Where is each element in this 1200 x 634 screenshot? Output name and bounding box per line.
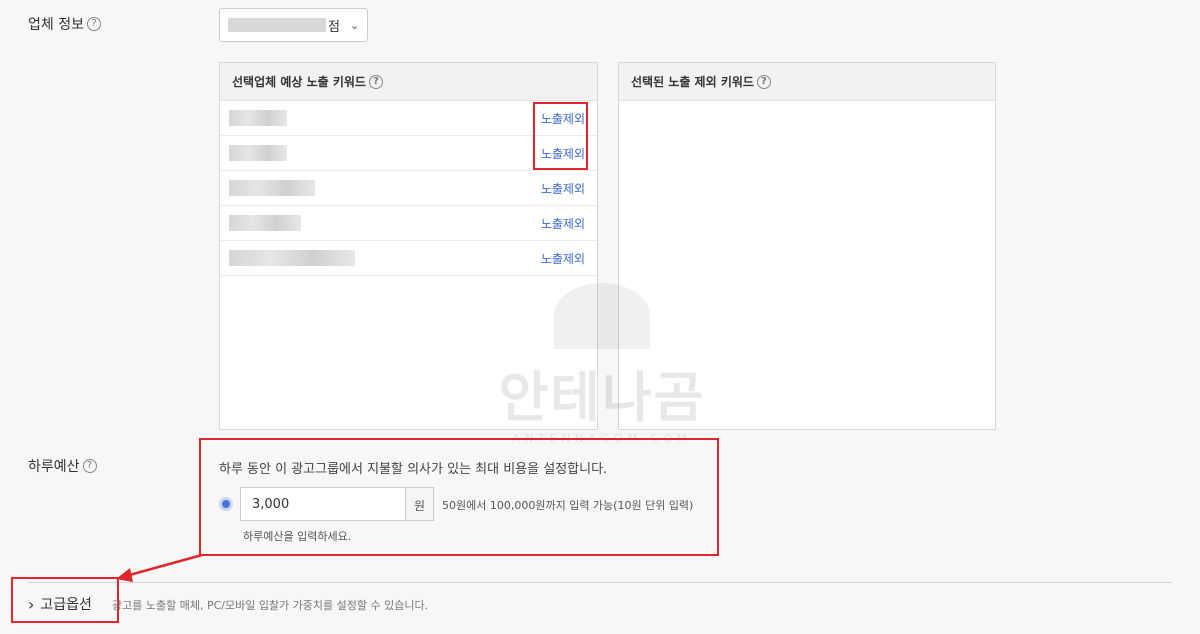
arrow-icon: [116, 553, 203, 582]
blurred-keyword: [229, 250, 355, 266]
help-icon[interactable]: ?: [368, 74, 383, 89]
budget-range-hint: 50원에서 100,000원까지 입력 가능(10원 단위 입력): [442, 499, 694, 512]
daily-budget-input[interactable]: 3,000 원: [240, 487, 434, 521]
exclude-link[interactable]: 노출제외: [541, 250, 585, 267]
blurred-keyword: [229, 215, 301, 231]
budget-radio[interactable]: [219, 497, 233, 511]
advanced-options-toggle[interactable]: › 고급옵션: [28, 594, 92, 614]
company-info-label: 업체 정보 ?: [28, 14, 101, 34]
help-icon[interactable]: ?: [86, 17, 101, 31]
company-select[interactable]: 점 ⌄: [219, 8, 368, 42]
help-icon[interactable]: ?: [82, 459, 97, 473]
chevron-right-icon: ›: [28, 594, 35, 614]
watermark-logo: 안테나곰 ANTENNAGOM.COM: [492, 283, 712, 445]
advanced-options-description: 광고를 노출할 매체, PC/모바일 입찰가 가중치를 설정할 수 있습니다.: [112, 599, 429, 612]
help-icon[interactable]: ?: [756, 74, 771, 89]
chevron-down-icon: ⌄: [349, 18, 360, 32]
blurred-keyword: [229, 110, 287, 126]
section-divider: [28, 582, 1172, 583]
panel-header: 선택된 노출 제외 키워드 ?: [619, 63, 995, 101]
budget-value[interactable]: 3,000: [241, 488, 405, 520]
budget-input-hint: 하루예산을 입력하세요.: [243, 530, 352, 543]
currency-unit: 원: [405, 488, 433, 520]
highlight-box: [533, 102, 588, 170]
blurred-keyword: [229, 180, 315, 196]
blurred-keyword: [229, 145, 287, 161]
keyword-row: 노출제외: [220, 206, 597, 241]
blurred-company-name: [228, 18, 326, 32]
keyword-row: 노출제외: [220, 241, 597, 276]
panel-header: 선택업체 예상 노출 키워드 ?: [220, 63, 597, 101]
daily-budget-label: 하루예산 ?: [28, 456, 97, 476]
exclude-link[interactable]: 노출제외: [541, 180, 585, 197]
exclude-link[interactable]: 노출제외: [541, 215, 585, 232]
budget-description: 하루 동안 이 광고그룹에서 지불할 의사가 있는 최대 비용을 설정합니다.: [219, 462, 608, 477]
watermark-icon: [554, 283, 650, 349]
keyword-row: 노출제외: [220, 171, 597, 206]
